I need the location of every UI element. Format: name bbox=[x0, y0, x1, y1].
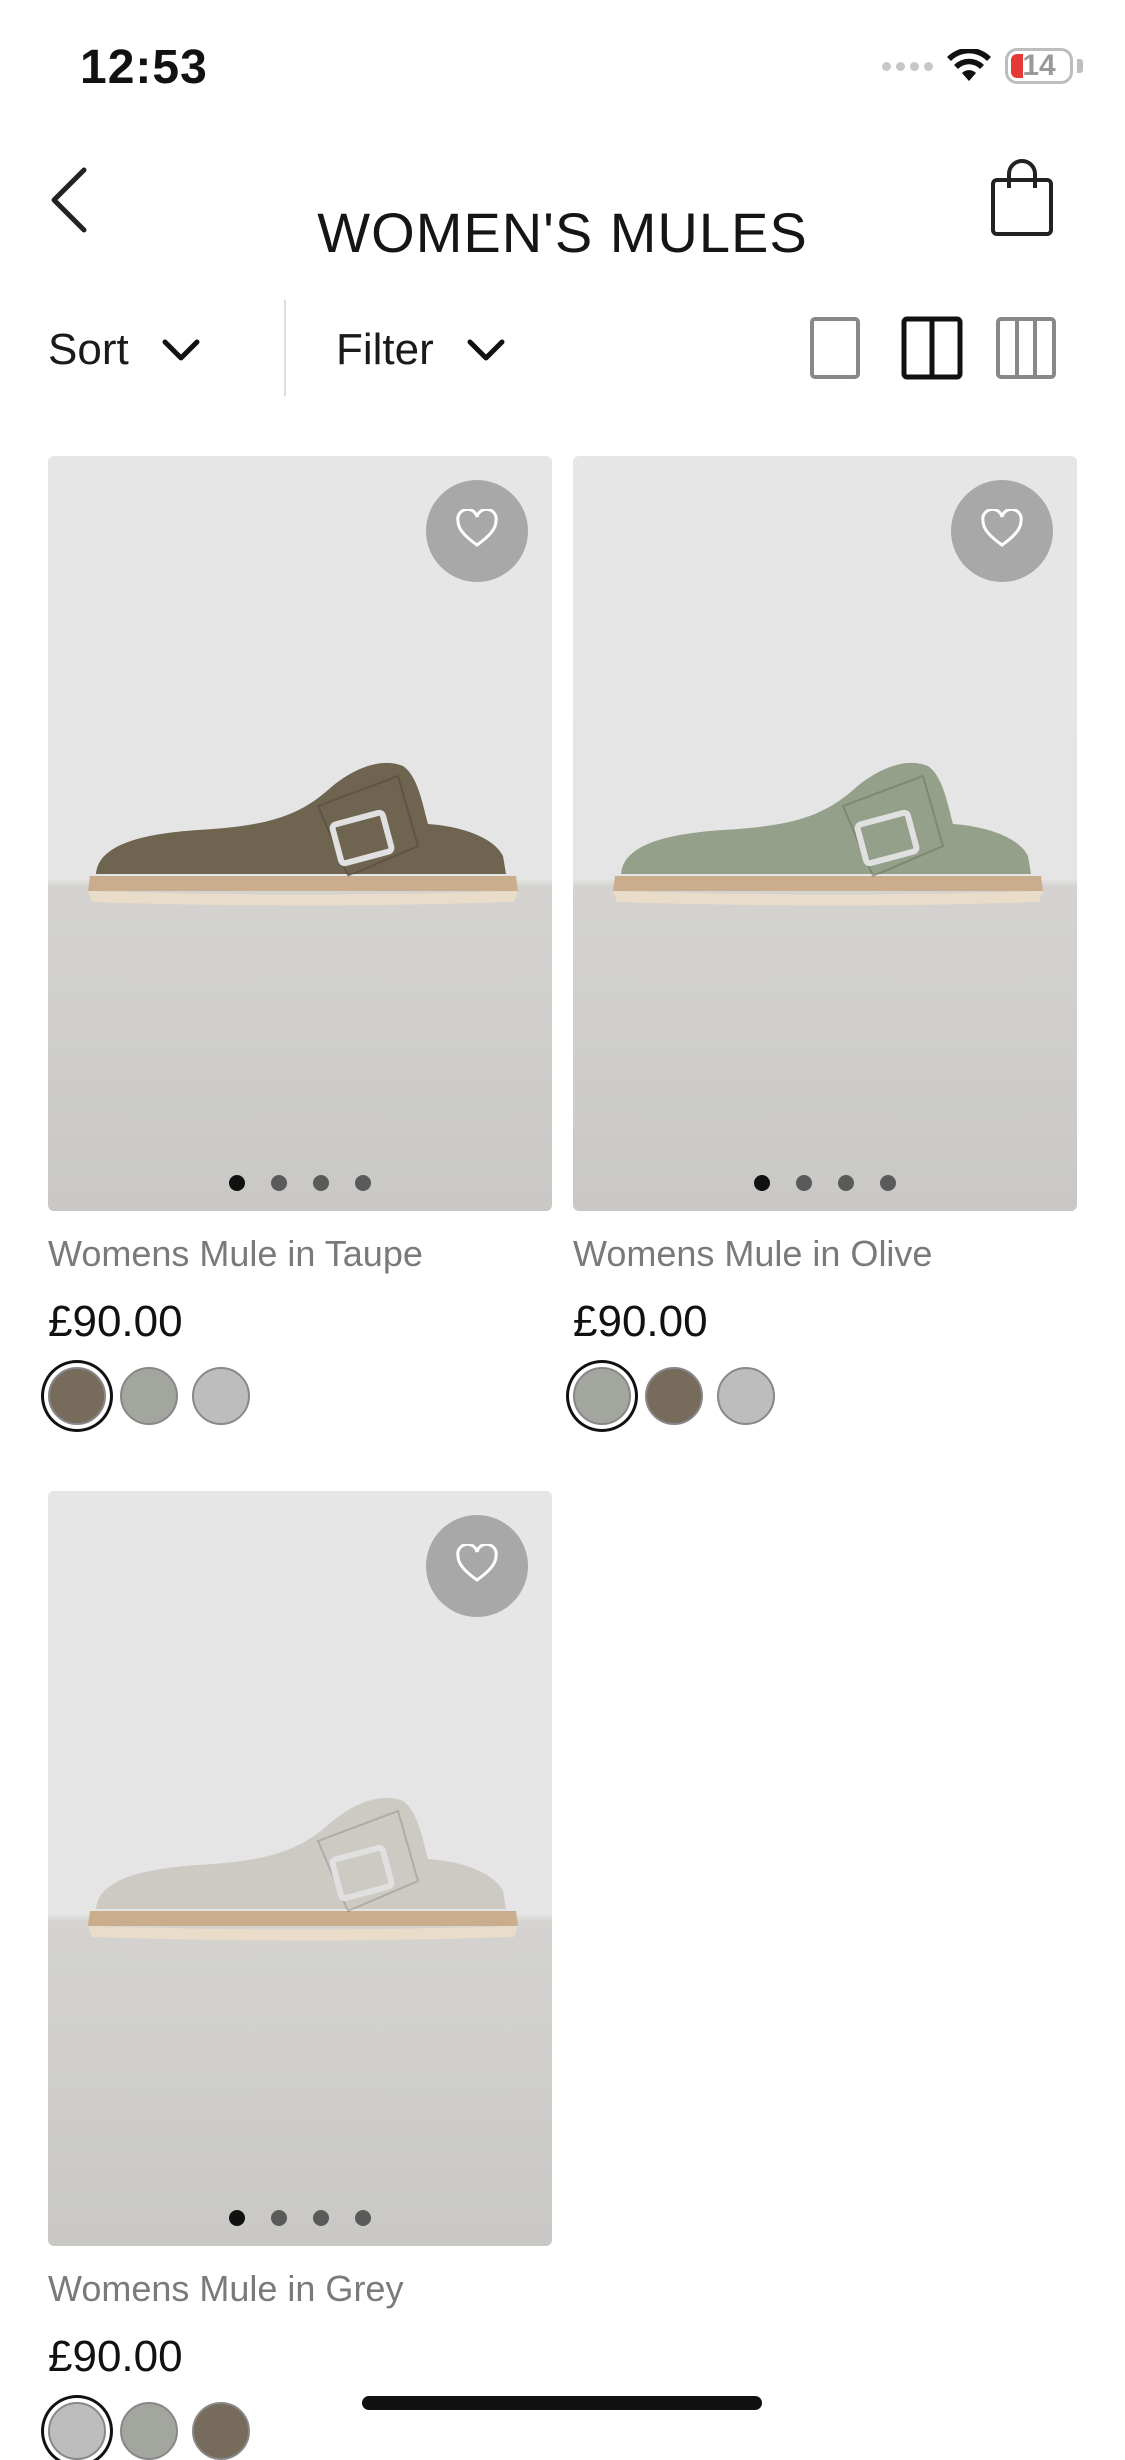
page-title: WOMEN'S MULES bbox=[317, 200, 808, 264]
battery-level: 14 bbox=[1022, 49, 1056, 82]
product-price: £90.00 bbox=[48, 2332, 183, 2381]
carousel-dot[interactable] bbox=[754, 1175, 770, 1191]
carousel-dot[interactable] bbox=[229, 2210, 245, 2226]
cellular-signal-icon bbox=[882, 61, 933, 71]
product-image[interactable] bbox=[573, 456, 1077, 1211]
color-swatch[interactable] bbox=[120, 2402, 178, 2460]
color-swatch[interactable] bbox=[645, 1367, 703, 1425]
sort-filter-bar: Sort Filter bbox=[0, 300, 1125, 400]
color-swatches bbox=[48, 1367, 552, 1425]
heart-icon bbox=[455, 1542, 499, 1589]
filter-label: Filter bbox=[336, 325, 434, 374]
carousel-dot[interactable] bbox=[355, 2210, 371, 2226]
color-swatches bbox=[48, 2402, 552, 2460]
chevron-down-icon bbox=[162, 339, 200, 361]
carousel-dot[interactable] bbox=[229, 1175, 245, 1191]
product-card[interactable]: Womens Mule in Taupe £90.00 bbox=[48, 456, 552, 1425]
carousel-dot[interactable] bbox=[880, 1175, 896, 1191]
color-swatch[interactable] bbox=[48, 1367, 106, 1425]
wishlist-button[interactable] bbox=[426, 480, 528, 582]
image-carousel-dots bbox=[48, 1175, 552, 1191]
product-name[interactable]: Womens Mule in Taupe bbox=[48, 1233, 552, 1275]
three-column-view-icon[interactable] bbox=[994, 316, 1058, 380]
color-swatch[interactable] bbox=[192, 1367, 250, 1425]
color-swatch[interactable] bbox=[717, 1367, 775, 1425]
product-card[interactable]: Womens Mule in Grey £90.00 bbox=[48, 1491, 552, 2460]
status-indicators: 14 bbox=[882, 48, 1083, 84]
image-carousel-dots bbox=[48, 2210, 552, 2226]
color-swatch[interactable] bbox=[573, 1367, 631, 1425]
color-swatch[interactable] bbox=[120, 1367, 178, 1425]
product-price: £90.00 bbox=[573, 1297, 708, 1346]
product-card[interactable]: Womens Mule in Olive £90.00 bbox=[573, 456, 1077, 1425]
mule-shoe-image bbox=[613, 762, 1043, 906]
heart-icon bbox=[455, 507, 499, 554]
battery-cap bbox=[1077, 59, 1083, 73]
carousel-dot[interactable] bbox=[271, 1175, 287, 1191]
color-swatch[interactable] bbox=[192, 2402, 250, 2460]
sort-label: Sort bbox=[48, 325, 129, 374]
wishlist-button[interactable] bbox=[426, 1515, 528, 1617]
status-time: 12:53 bbox=[80, 41, 208, 94]
carousel-dot[interactable] bbox=[796, 1175, 812, 1191]
single-column-view-icon[interactable] bbox=[806, 316, 870, 380]
carousel-dot[interactable] bbox=[313, 1175, 329, 1191]
home-indicator[interactable] bbox=[362, 2396, 762, 2410]
color-swatches bbox=[573, 1367, 1077, 1425]
product-name[interactable]: Womens Mule in Olive bbox=[573, 1233, 1077, 1275]
product-price: £90.00 bbox=[48, 1297, 183, 1346]
filter-dropdown[interactable]: Filter bbox=[336, 300, 556, 400]
shopping-bag-icon[interactable] bbox=[989, 158, 1055, 238]
two-column-view-icon[interactable] bbox=[900, 316, 964, 380]
image-carousel-dots bbox=[573, 1175, 1077, 1191]
wishlist-button[interactable] bbox=[951, 480, 1053, 582]
product-image[interactable] bbox=[48, 1491, 552, 2246]
carousel-dot[interactable] bbox=[313, 2210, 329, 2226]
product-image[interactable] bbox=[48, 456, 552, 1211]
color-swatch[interactable] bbox=[48, 2402, 106, 2460]
heart-icon bbox=[980, 507, 1024, 554]
carousel-dot[interactable] bbox=[838, 1175, 854, 1191]
carousel-dot[interactable] bbox=[355, 1175, 371, 1191]
wifi-icon bbox=[947, 49, 991, 81]
carousel-dot[interactable] bbox=[271, 2210, 287, 2226]
divider bbox=[284, 300, 286, 396]
sort-dropdown[interactable]: Sort bbox=[48, 300, 248, 400]
product-name[interactable]: Womens Mule in Grey bbox=[48, 2268, 552, 2310]
chevron-down-icon bbox=[467, 339, 505, 361]
mule-shoe-image bbox=[88, 762, 518, 906]
mule-shoe-image bbox=[88, 1797, 518, 1941]
battery-icon: 14 bbox=[1005, 48, 1073, 84]
